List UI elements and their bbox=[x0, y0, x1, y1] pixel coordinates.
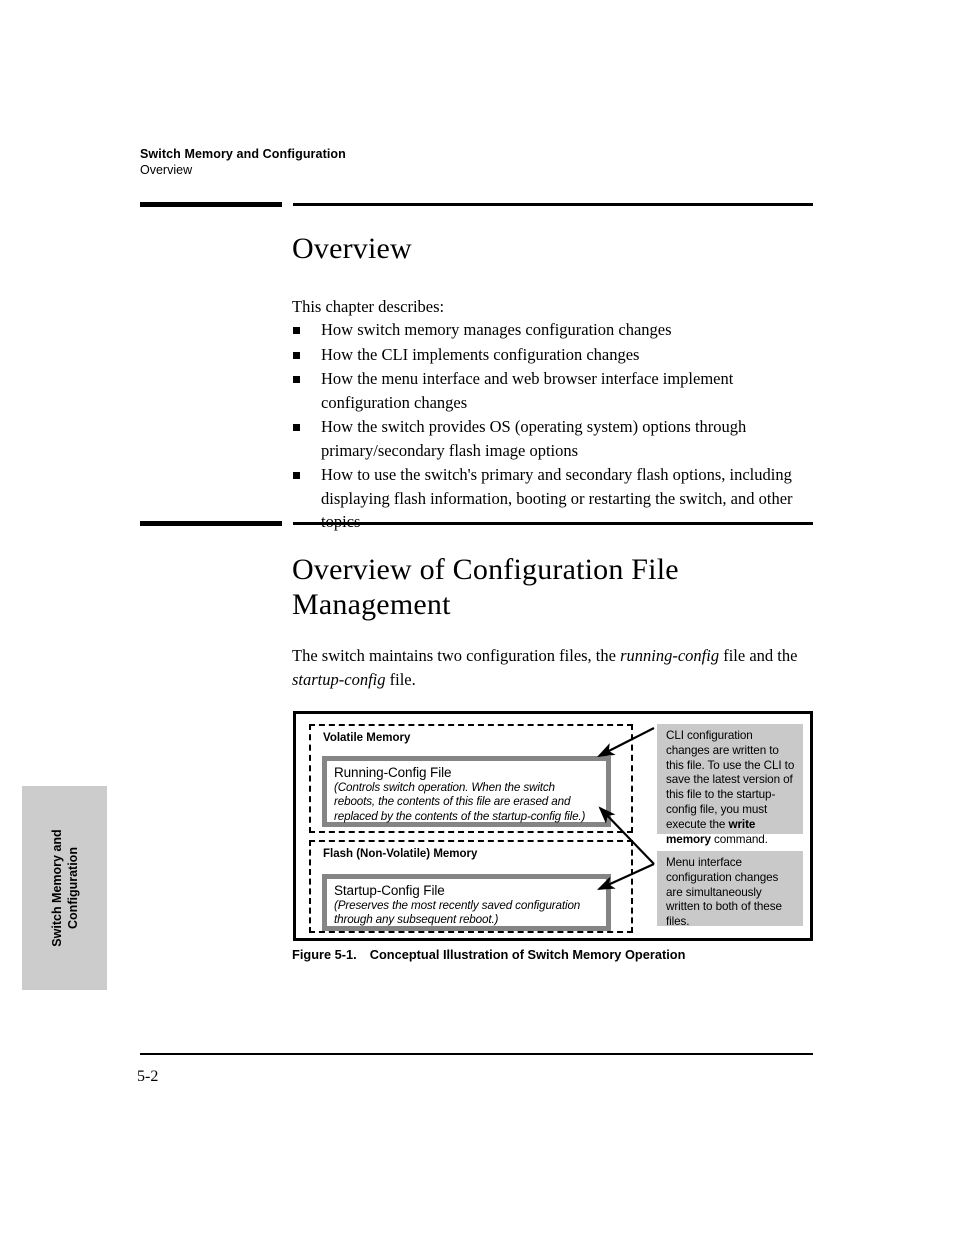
overview-intro-text: This chapter describes: bbox=[292, 297, 445, 316]
list-item-label: How the menu interface and web browser i… bbox=[321, 369, 734, 412]
list-item: How switch memory manages configuration … bbox=[292, 318, 817, 342]
running-header-section: Overview bbox=[140, 163, 193, 177]
list-item-label: How switch memory manages configuration … bbox=[321, 320, 672, 339]
square-bullet-icon bbox=[293, 376, 300, 383]
footer-rule bbox=[140, 1053, 813, 1055]
config-intro-paragraph: The switch maintains two configuration f… bbox=[292, 644, 817, 691]
cli-callout-box: CLI configuration changes are written to… bbox=[657, 724, 803, 846]
page-number: 5-2 bbox=[137, 1068, 159, 1085]
list-item: How the switch provides OS (operating sy… bbox=[292, 415, 817, 462]
running-config-file-box: Running-Config File (Controls switch ope… bbox=[322, 756, 611, 827]
list-item-label: How the CLI implements configuration cha… bbox=[321, 344, 640, 364]
overview-bullet-list: How switch memory manages configuration … bbox=[292, 318, 817, 535]
running-header-chapter-title: Switch Memory and Configuration bbox=[140, 147, 346, 161]
page-title-config-file-management: Overview of Configuration File Managemen… bbox=[292, 552, 679, 622]
figure-caption-text: Conceptual Illustration of Switch Memory… bbox=[369, 947, 686, 962]
chapter-thumb-tab: Switch Memory and Configuration bbox=[22, 786, 107, 990]
config-heading-line-2: Management bbox=[292, 588, 451, 621]
section-rule-long-middle bbox=[293, 522, 813, 525]
square-bullet-icon bbox=[293, 472, 300, 479]
volatile-memory-region: Volatile Memory Running-Config File (Con… bbox=[309, 724, 633, 833]
cli-callout-text-part-1: CLI configuration changes are written to… bbox=[666, 729, 795, 831]
square-bullet-icon bbox=[293, 424, 300, 431]
startup-config-file-description: (Preserves the most recently saved confi… bbox=[334, 899, 581, 927]
chapter-tab-line-1: Switch Memory and bbox=[49, 829, 64, 947]
square-bullet-icon bbox=[293, 351, 300, 359]
section-rule-long-top bbox=[293, 203, 813, 206]
running-config-file-title: Running-Config File bbox=[334, 765, 452, 780]
chapter-thumb-tab-label: Switch Memory and Configuration bbox=[49, 829, 81, 946]
startup-config-file-title: Startup-Config File bbox=[334, 883, 445, 898]
running-header: Switch Memory and Configuration Overview bbox=[140, 146, 640, 179]
paragraph-text-part-1: The switch maintains two configuration f… bbox=[292, 646, 621, 665]
paragraph-text-part-2: file and the bbox=[719, 646, 798, 665]
paragraph-italic-startup-config: startup-config bbox=[292, 669, 386, 689]
section-rule-short-top bbox=[140, 202, 282, 207]
volatile-memory-region-title: Volatile Memory bbox=[323, 732, 411, 744]
figure-caption: Figure 5-1. Conceptual Illustration of Sw… bbox=[292, 947, 685, 962]
figure-caption-label: Figure 5-1. bbox=[292, 947, 357, 962]
config-heading-line-1: Overview of Configuration File bbox=[292, 553, 679, 586]
figure-switch-memory-diagram: Volatile Memory Running-Config File (Con… bbox=[293, 711, 813, 941]
paragraph-italic-running-config: running-config bbox=[620, 646, 720, 665]
section-rule-short-middle bbox=[140, 521, 282, 526]
menu-interface-callout-text: Menu interface configuration changes are… bbox=[666, 856, 782, 929]
startup-config-file-box: Startup-Config File (Preserves the most … bbox=[322, 874, 611, 931]
menu-interface-callout-box: Menu interface configuration changes are… bbox=[657, 851, 803, 929]
list-item: How the menu interface and web browser i… bbox=[292, 367, 817, 414]
flash-memory-region-title: Flash (Non-Volatile) Memory bbox=[323, 848, 478, 860]
list-item-label: How the switch provides OS (operating sy… bbox=[321, 417, 747, 460]
page-title-overview: Overview bbox=[292, 232, 412, 265]
flash-memory-region: Flash (Non-Volatile) Memory Startup-Conf… bbox=[309, 840, 633, 933]
paragraph-text-part-3: file. bbox=[385, 669, 416, 689]
square-bullet-icon bbox=[293, 327, 300, 334]
cli-callout-text-part-2: command. bbox=[710, 832, 768, 846]
list-item: How the CLI implements configuration cha… bbox=[292, 343, 817, 367]
running-config-file-description: (Controls switch operation. When the swi… bbox=[334, 781, 586, 823]
chapter-tab-line-2: Configuration bbox=[65, 847, 80, 929]
